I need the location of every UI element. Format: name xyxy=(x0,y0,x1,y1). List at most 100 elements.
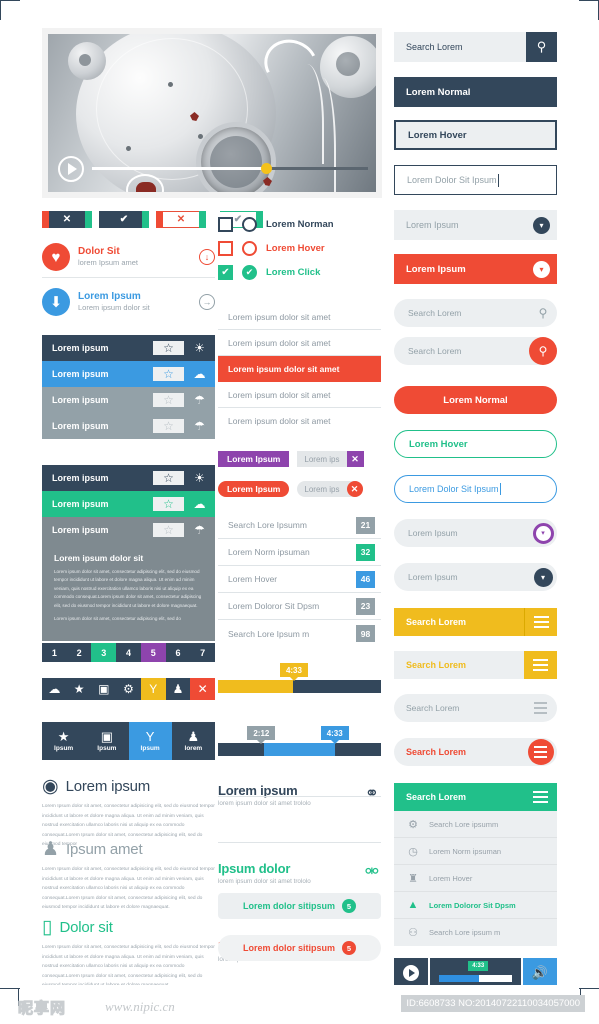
checkbox-empty-icon[interactable] xyxy=(218,216,233,232)
select-toggle[interactable]: ▾ xyxy=(526,254,557,284)
dropdown-header[interactable]: Search Lorem xyxy=(394,783,557,811)
slider-range[interactable]: 2:12 4:33 xyxy=(218,726,381,756)
pill-button-red[interactable]: Lorem dolor sitipsum 5 xyxy=(218,935,381,961)
menu-label[interactable]: Search Lorem xyxy=(394,651,524,679)
feature-row-download[interactable]: ⬇ Lorem Ipsum Lorem ipsum dolor sit → xyxy=(42,288,215,316)
dropdown-menu[interactable]: Search Lorem ⚙ Search Lore ipsumm ◷ Lore… xyxy=(394,783,557,946)
tag-dismissible[interactable]: Lorem ips ✕ xyxy=(297,481,363,497)
weather-list-1[interactable]: Lorem ipsum ☆ ☀ Lorem ipsum ☆ ☁ Lorem ip… xyxy=(42,335,215,439)
tag-row[interactable]: Lorem Ipsum Lorem ips ✕ xyxy=(218,448,381,470)
checkbox-checked-icon[interactable]: ✔ xyxy=(218,264,233,280)
select-red[interactable]: Lorem Ipsum ▾ xyxy=(394,254,557,284)
weather-row[interactable]: Lorem ipsum ☆ ☀ xyxy=(42,335,215,361)
page-button-7[interactable]: 7 xyxy=(190,643,216,662)
swatch-close-outline[interactable]: ✕ xyxy=(156,211,206,228)
star-icon[interactable]: ★ xyxy=(66,678,92,700)
menu-red-round[interactable]: Search Lorem xyxy=(394,738,557,766)
page-button-6[interactable]: 6 xyxy=(165,643,191,662)
search-input[interactable]: Search Lorem xyxy=(394,308,529,318)
list-item[interactable]: Lorem ipsum dolor sit amet xyxy=(218,304,381,330)
select-toggle[interactable]: ▾ xyxy=(529,563,557,591)
list-item[interactable]: Lorem Hover 46 xyxy=(218,566,381,593)
search-input[interactable]: Search Lorem xyxy=(394,346,529,356)
search-round-gray[interactable]: Search Lorem ⚲ xyxy=(394,299,557,327)
checkbox-empty-icon[interactable] xyxy=(218,240,233,256)
menu-item[interactable]: ⚙ Search Lore ipsumm xyxy=(394,811,557,838)
arrow-right-circle-icon[interactable]: → xyxy=(199,294,215,310)
swatch-close-icon-outline[interactable]: ✕ xyxy=(163,211,199,228)
list-item[interactable]: Search Lore Ipsum m 98 xyxy=(218,620,381,647)
select-purple[interactable]: Lorem Ipsum ▾ xyxy=(394,519,557,547)
menu-yellow-solid[interactable]: Search Lorem xyxy=(394,608,557,636)
list-item[interactable]: Lorem ipsum dolor sit amet xyxy=(218,382,381,408)
video-play-button[interactable] xyxy=(58,156,84,182)
page-button-4[interactable]: 4 xyxy=(116,643,141,662)
tag-label[interactable]: Lorem Ipsum xyxy=(218,481,290,497)
button-hover-navy[interactable]: Lorem Hover xyxy=(394,120,557,150)
slider-single[interactable]: 4:33 xyxy=(218,663,381,693)
weather-row[interactable]: Lorem ipsum ☆ ☂ xyxy=(42,413,215,439)
close-icon[interactable]: ✕ xyxy=(190,678,216,700)
cloud-icon[interactable]: ☁ xyxy=(42,678,67,700)
dropdown-items[interactable]: ⚙ Search Lore ipsumm ◷ Lorem Norm ipsuma… xyxy=(394,811,557,946)
tab-star[interactable]: ★ Ipsum xyxy=(42,722,86,760)
weather-row[interactable]: Lorem ipsum ☆ ☂ xyxy=(42,517,215,543)
cocktail-icon[interactable]: Y xyxy=(140,678,166,700)
video-player[interactable] xyxy=(42,28,382,198)
weather-list-2[interactable]: Lorem ipsum ☆ ☀ Lorem ipsum ☆ ☁ Lorem ip… xyxy=(42,465,215,641)
checkbox-group[interactable]: Lorem Norman Lorem Hover ✔ ✔ Lorem Click xyxy=(218,212,381,284)
weather-row[interactable]: Lorem ipsum ☆ ☁ xyxy=(42,361,215,387)
tag-group-red[interactable]: Lorem Ipsum Lorem ips ✕ xyxy=(218,478,381,500)
list-item[interactable]: Lorem Doloror Sit Dpsm 23 xyxy=(218,593,381,620)
hamburger-icon[interactable] xyxy=(524,738,557,766)
menu-item[interactable]: ⚇ Search Lore ipsum m xyxy=(394,919,557,946)
menu-list[interactable]: Lorem ipsum dolor sit amet Lorem ipsum d… xyxy=(218,304,381,434)
download-circle-icon[interactable]: ↓ xyxy=(199,249,215,265)
menu-label[interactable]: Search Lorem xyxy=(394,738,524,766)
menu-gray[interactable]: Search Lorem xyxy=(394,694,557,722)
weather-row[interactable]: Lorem ipsum ☆ ☁ xyxy=(42,491,215,517)
menu-label[interactable]: Search Lorem xyxy=(394,608,524,636)
swatch-close-solid[interactable]: ✕ xyxy=(42,211,92,228)
menu-item-active[interactable]: ▲ Lorem Doloror Sit Dpsm xyxy=(394,892,557,919)
button-round-green[interactable]: Lorem Hover xyxy=(394,430,557,458)
star-outline-icon[interactable]: ☆ xyxy=(153,367,184,381)
star-outline-icon[interactable]: ☆ xyxy=(153,341,184,355)
radio-empty-icon[interactable] xyxy=(242,216,257,232)
hamburger-icon[interactable] xyxy=(524,783,557,811)
list-item[interactable]: Lorem ipsum dolor sit amet xyxy=(218,330,381,356)
slider-track[interactable] xyxy=(218,743,381,756)
select-value[interactable]: Lorem Ipsum xyxy=(394,528,529,538)
list-item-selected[interactable]: Lorem ipsum dolor sit amet xyxy=(218,356,381,382)
close-icon[interactable]: ✕ xyxy=(346,481,363,497)
monitor-icon[interactable]: ▣ xyxy=(91,678,117,700)
checkbox-row-normal[interactable]: Lorem Norman xyxy=(218,212,381,236)
icon-toolbar[interactable]: ☁ ★ ▣ ⚙ Y ♟ ✕ xyxy=(42,678,216,700)
page-button-3[interactable]: 3 xyxy=(91,643,117,662)
tag-dismissible[interactable]: Lorem ips ✕ xyxy=(297,451,364,467)
list-item[interactable]: Search Lore Ipsumm 21 xyxy=(218,512,381,539)
hamburger-icon[interactable] xyxy=(524,608,557,636)
video-progress-track[interactable] xyxy=(92,163,368,174)
pill-button-green[interactable]: Lorem dolor sitipsum 5 xyxy=(218,893,381,919)
select-toggle[interactable]: ▾ xyxy=(529,519,557,547)
menu-item[interactable]: ◷ Lorem Norm ipsuman xyxy=(394,838,557,865)
badge-list[interactable]: Search Lore Ipsumm 21 Lorem Norm ipsuman… xyxy=(218,512,381,647)
swatch-close-icon[interactable]: ✕ xyxy=(49,211,85,228)
star-outline-icon[interactable]: ☆ xyxy=(153,497,184,511)
list-item[interactable]: Lorem Norm ipsuman 32 xyxy=(218,539,381,566)
bell-icon[interactable]: ♟ xyxy=(165,678,191,700)
tab-bell[interactable]: ♟ lorem xyxy=(171,722,215,760)
video-progress-knob[interactable] xyxy=(260,163,272,174)
radio-checked-icon[interactable]: ✔ xyxy=(242,264,257,280)
text-input-navy[interactable]: Lorem Dolor Sit Ipsum xyxy=(394,165,557,195)
radio-empty-icon[interactable] xyxy=(242,240,257,256)
tag-label[interactable]: Lorem Ipsum xyxy=(218,451,290,467)
feature-row-heart[interactable]: ♥ Dolor Sit lorem Ipsum amet ↓ xyxy=(42,243,215,271)
search-icon[interactable]: ⚲ xyxy=(526,32,557,62)
tab-bar[interactable]: ★ Ipsum ▣ Ipsum Y Ipsum ♟ lorem xyxy=(42,722,215,760)
tag-row[interactable]: Lorem Ipsum Lorem ips ✕ xyxy=(218,478,381,500)
select-value[interactable]: Lorem Ipsum xyxy=(394,572,529,582)
list-item[interactable]: Lorem ipsum dolor sit amet xyxy=(218,408,381,434)
gear-icon[interactable]: ⚙ xyxy=(116,678,141,700)
